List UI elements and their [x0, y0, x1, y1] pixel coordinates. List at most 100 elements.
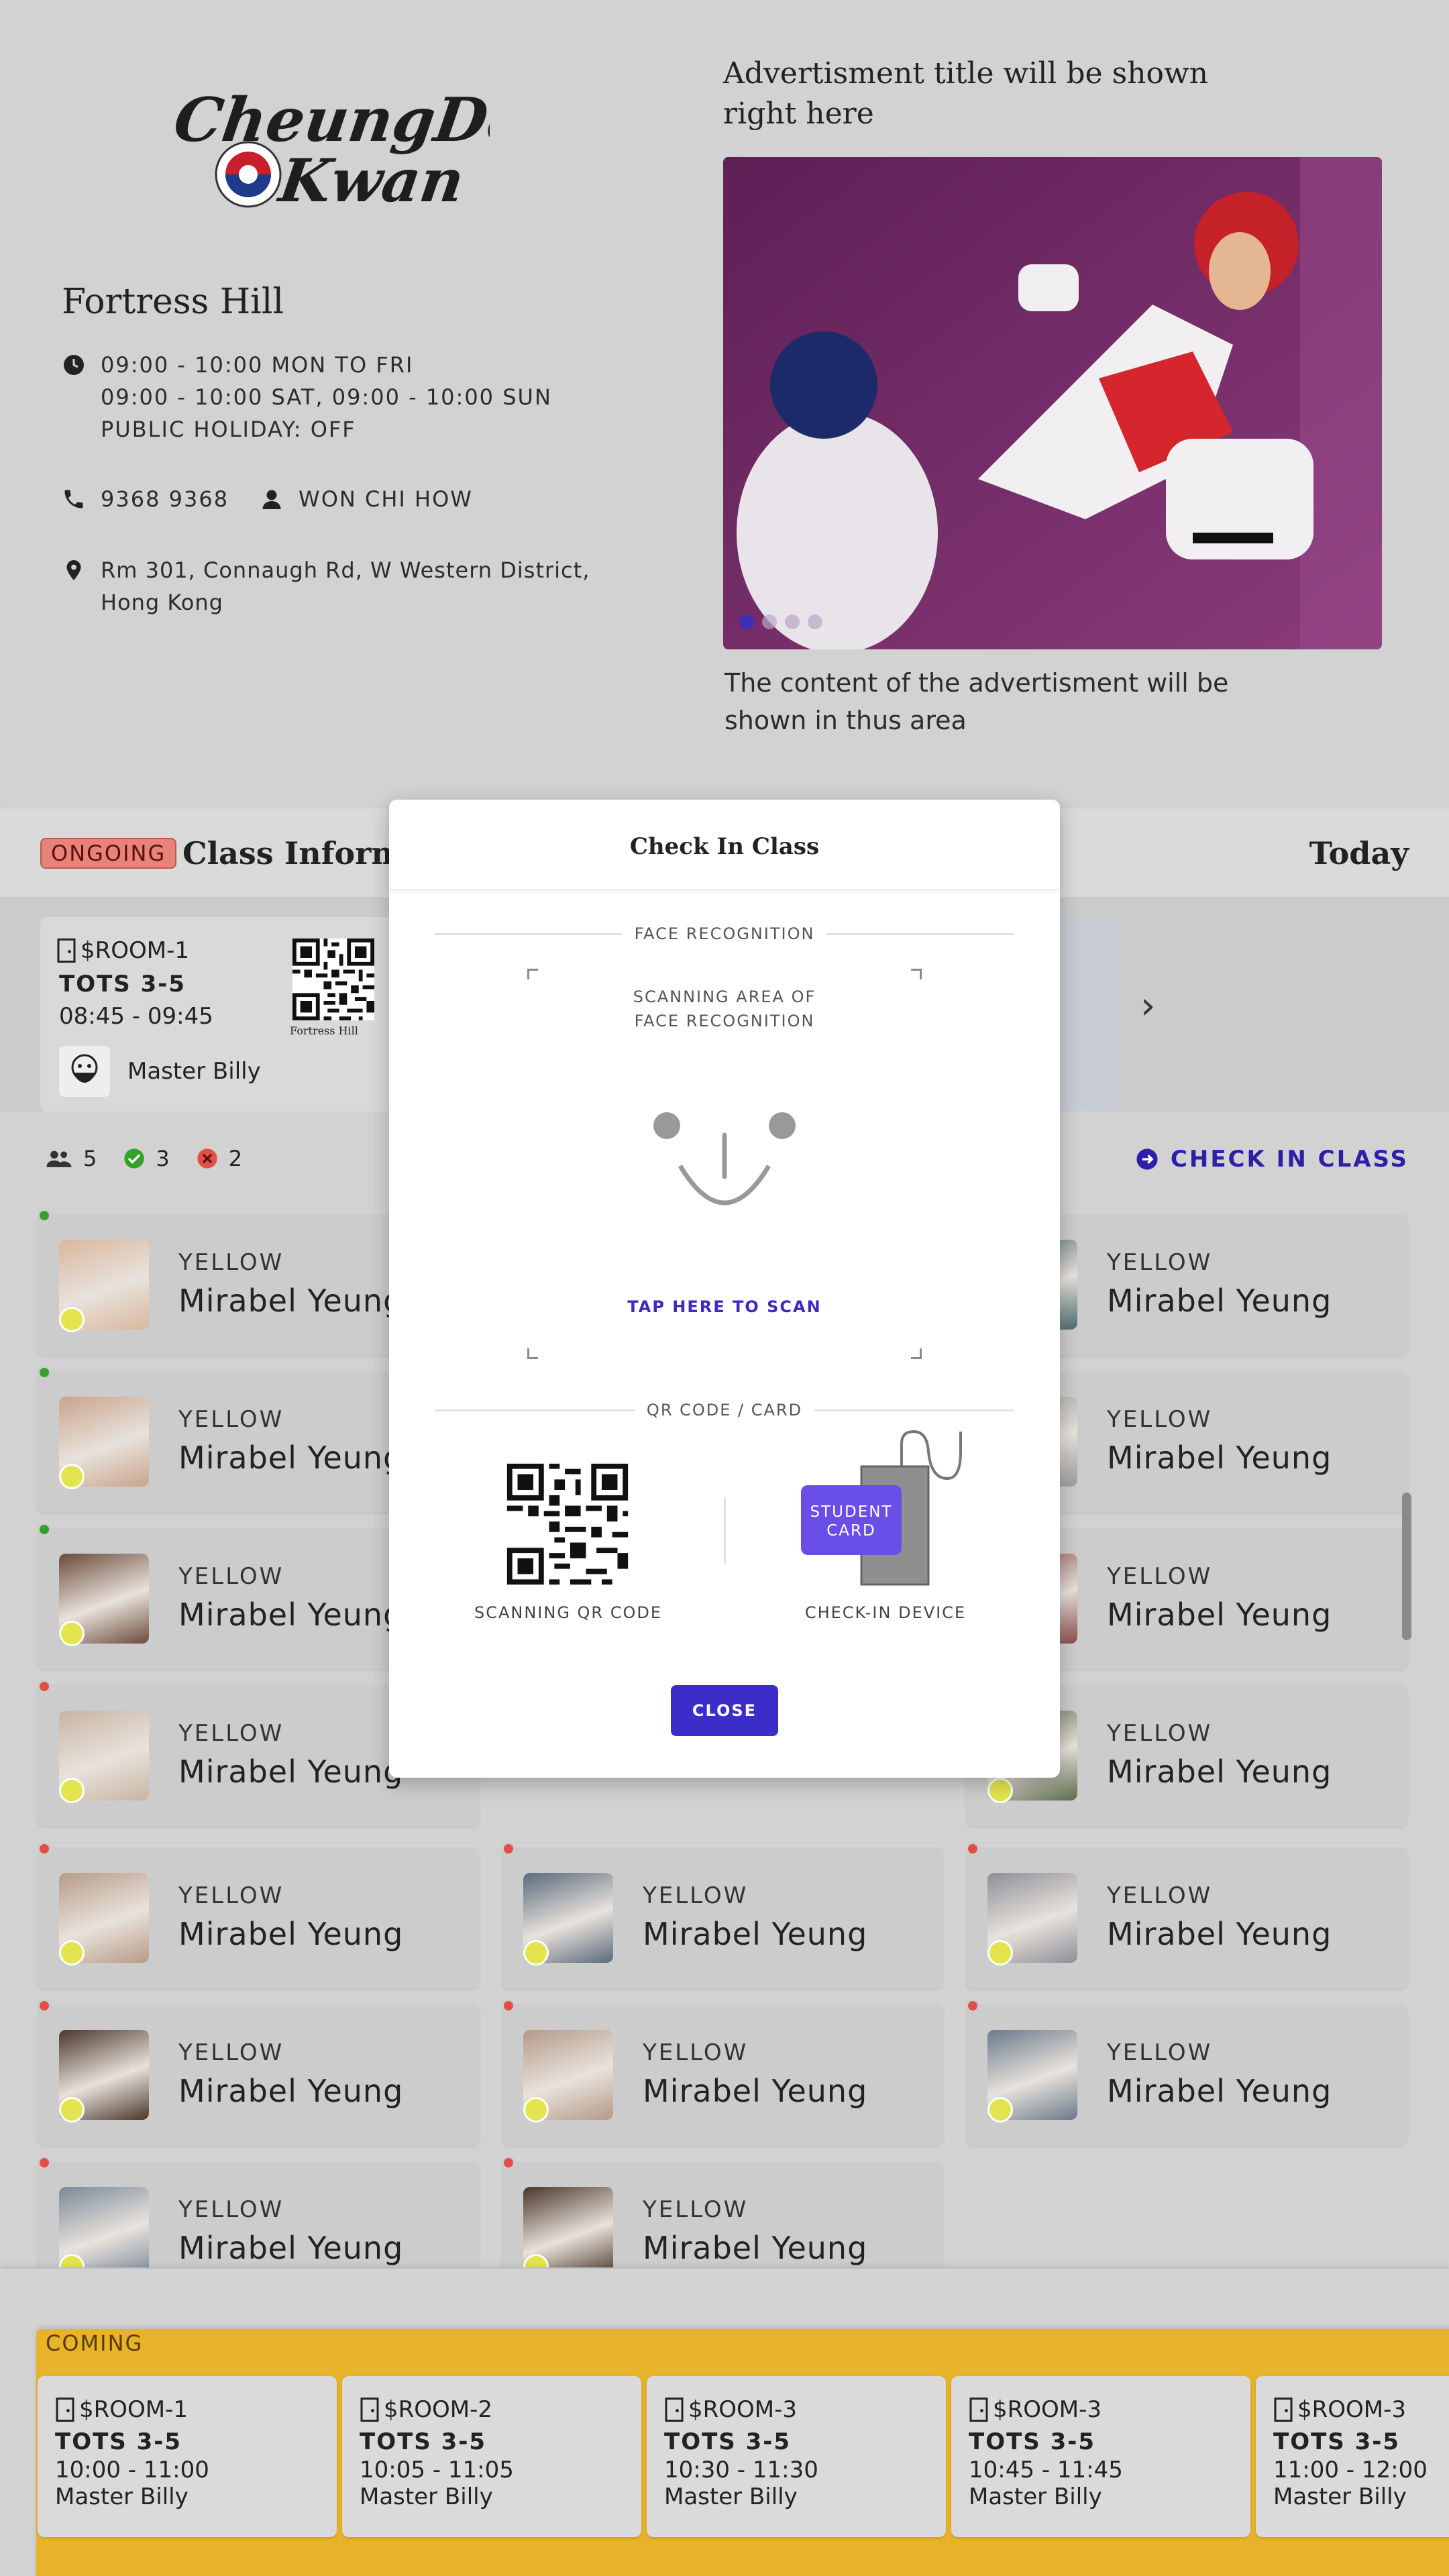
- close-button[interactable]: CLOSE: [671, 1685, 778, 1736]
- advert-image[interactable]: [723, 157, 1382, 649]
- student-card[interactable]: YELLOW Mirabel Yeung: [38, 2156, 479, 2267]
- belt-icon: [59, 1464, 85, 1489]
- student-card[interactable]: YELLOW Mirabel Yeung: [502, 1999, 943, 2145]
- absent-status-dot: [502, 1842, 515, 1856]
- hours-line-2: 09:00 - 10:00 SAT, 09:00 - 10:00 SUN: [101, 384, 552, 410]
- student-card[interactable]: YELLOW Mirabel Yeung: [38, 1999, 479, 2145]
- student-belt: YELLOW: [1107, 1249, 1213, 1276]
- door-icon: [360, 2398, 379, 2422]
- student-belt: YELLOW: [178, 2196, 284, 2223]
- face-scan-area[interactable]: SCANNING AREA OF FACE RECOGNITION TAP HE…: [527, 969, 922, 1359]
- present-status-dot: [38, 1209, 51, 1222]
- scan-area-text: SCANNING AREA OF FACE RECOGNITION: [527, 985, 922, 1033]
- student-belt: YELLOW: [643, 1882, 749, 1909]
- coming-classes: COMING $ROOM-1 TOTS 3-5 10:00 - 11:00 Maste…: [0, 2269, 1449, 2576]
- master-name: Master Billy: [127, 1058, 261, 1085]
- address-row: Rm 301, Connaugh Rd, W Western District,…: [62, 554, 590, 619]
- belt-icon: [987, 1940, 1013, 1966]
- arrow-circle-icon: [1136, 1148, 1158, 1170]
- carousel-dot-1[interactable]: [739, 614, 754, 629]
- student-card[interactable]: YELLOW Mirabel Yeung: [966, 1999, 1407, 2145]
- qr-card-section: QR CODE / CARD: [435, 1397, 1015, 1424]
- class-name: TOTS 3-5: [360, 2428, 487, 2455]
- absent-count: 2: [228, 1146, 243, 1171]
- student-name: Mirabel Yeung: [178, 2230, 404, 2266]
- qr-code-icon[interactable]: [502, 1458, 633, 1590]
- class-time: 11:00 - 12:00: [1273, 2457, 1428, 2483]
- student-name: Mirabel Yeung: [178, 1916, 404, 1952]
- room-name: $ROOM-1: [80, 937, 190, 964]
- scrollbar[interactable]: [1402, 1493, 1411, 1640]
- class-name: TOTS 3-5: [59, 971, 186, 998]
- coming-class-card[interactable]: $ROOM-3 TOTS 3-5 10:45 - 11:45 Master Billy: [951, 2376, 1250, 2537]
- student-card[interactable]: YELLOW Mirabel Yeung: [38, 1842, 479, 1988]
- belt-icon: [59, 1307, 85, 1332]
- carousel-dot-2[interactable]: [762, 614, 777, 629]
- room-name: $ROOM-1: [79, 2396, 189, 2423]
- absent-status-dot: [966, 1999, 979, 2012]
- scan-area-line-1: SCANNING AREA OF: [633, 987, 816, 1006]
- qr-section-label: QR CODE / CARD: [646, 1401, 803, 1419]
- belt-icon: [523, 2097, 549, 2123]
- check-in-class-button[interactable]: CHECK IN CLASS: [1136, 1146, 1409, 1173]
- card-label-line-1: STUDENT: [810, 1503, 893, 1521]
- total-stat: 5: [46, 1146, 97, 1171]
- master-name: Master Billy: [360, 2483, 493, 2510]
- chevron-right-icon[interactable]: ›: [1140, 984, 1155, 1028]
- belt-icon: [59, 1621, 85, 1646]
- door-icon: [57, 938, 76, 963]
- student-card[interactable]: YELLOW Mirabel Yeung: [502, 2156, 943, 2267]
- student-name: Mirabel Yeung: [178, 1754, 404, 1790]
- coming-class-card[interactable]: $ROOM-1 TOTS 3-5 10:00 - 11:00 Master Billy: [38, 2376, 337, 2537]
- modal-header: Check In Class: [389, 800, 1060, 890]
- class-time: 10:30 - 11:30: [664, 2457, 818, 2483]
- student-belt: YELLOW: [178, 1406, 284, 1433]
- student-belt: YELLOW: [178, 1720, 284, 1747]
- advert-title-line-1: Advertisment title will be shown: [723, 56, 1208, 91]
- student-belt: YELLOW: [178, 1882, 284, 1909]
- student-name: Mirabel Yeung: [643, 2073, 868, 2109]
- belt-icon: [987, 1778, 1013, 1803]
- hours-line-1: 09:00 - 10:00 MON TO FRI: [101, 352, 414, 378]
- door-icon: [56, 2398, 74, 2422]
- class-name: TOTS 3-5: [1273, 2428, 1401, 2455]
- master-name: Master Billy: [55, 2483, 189, 2510]
- student-name: Mirabel Yeung: [643, 2230, 868, 2266]
- present-status-dot: [38, 1366, 51, 1379]
- student-name: Mirabel Yeung: [1107, 1283, 1332, 1319]
- carousel-dot-3[interactable]: [785, 614, 800, 629]
- room-name: $ROOM-2: [384, 2396, 493, 2423]
- room-label: $ROOM-1: [56, 937, 189, 964]
- coming-class-card[interactable]: $ROOM-3 TOTS 3-5 10:30 - 11:30 Master Billy: [647, 2376, 946, 2537]
- check-in-device[interactable]: STUDENT CARD: [801, 1430, 989, 1591]
- door-icon: [969, 2398, 988, 2422]
- carousel-dot-4[interactable]: [808, 614, 822, 629]
- student-name: Mirabel Yeung: [1107, 2073, 1332, 2109]
- student-name: Mirabel Yeung: [1107, 1440, 1332, 1476]
- face-section-label: FACE RECOGNITION: [634, 924, 815, 943]
- student-belt: YELLOW: [1107, 1563, 1213, 1590]
- student-belt: YELLOW: [1107, 1882, 1213, 1909]
- student-card[interactable]: YELLOW Mirabel Yeung: [502, 1842, 943, 1988]
- coming-class-card[interactable]: $ROOM-2 TOTS 3-5 10:05 - 11:05 Master Billy: [342, 2376, 641, 2537]
- coming-class-card[interactable]: $ROOM-3 TOTS 3-5 11:00 - 12:00 Master Billy: [1256, 2376, 1449, 2537]
- door-icon: [1274, 2398, 1293, 2422]
- student-name: Mirabel Yeung: [643, 1916, 868, 1952]
- class-name: TOTS 3-5: [55, 2428, 182, 2455]
- room-label: $ROOM-2: [360, 2396, 492, 2423]
- branch-header: CheungDo Kwan Fortress Hill 09:00 - 10:0…: [0, 0, 1449, 808]
- absent-status-dot: [502, 1999, 515, 2012]
- cross-circle-icon: [197, 1148, 217, 1169]
- student-card[interactable]: YELLOW Mirabel Yeung: [966, 1842, 1407, 1988]
- class-time: 10:45 - 11:45: [969, 2457, 1123, 2483]
- student-belt: YELLOW: [643, 2039, 749, 2066]
- contact-row: 9368 9368 WON CHI HOW: [62, 483, 473, 515]
- class-time: 08:45 - 09:45: [59, 1003, 213, 1030]
- tap-to-scan-link[interactable]: TAP HERE TO SCAN: [527, 1297, 922, 1316]
- room-label: $ROOM-3: [969, 2396, 1102, 2423]
- current-class-card[interactable]: $ROOM-1 TOTS 3-5 08:45 - 09:45 Master Bi…: [40, 917, 402, 1112]
- student-name: Mirabel Yeung: [178, 2073, 404, 2109]
- today-label: Today: [1309, 835, 1409, 871]
- present-status-dot: [38, 1523, 51, 1536]
- room-label: $ROOM-3: [1273, 2396, 1406, 2423]
